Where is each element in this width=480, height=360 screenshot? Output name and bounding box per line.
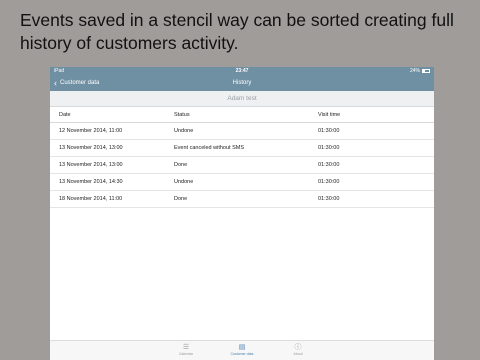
tab-bar: ☰ Calendar ▤ Customer data ⓘ About [50, 340, 434, 360]
row-status: Done [174, 156, 318, 174]
battery-indicator: 24% [410, 67, 430, 75]
row-date: 13 November 2014, 14:30 [50, 173, 174, 191]
info-icon: ⓘ [294, 344, 302, 351]
status-bar: iPad 23:47 24% [50, 67, 434, 75]
row-date: 13 November 2014, 13:00 [50, 139, 174, 157]
promo-caption: Events saved in a stencil way can be sor… [20, 10, 454, 53]
column-header-status: Status [174, 107, 318, 123]
row-status: Undone [174, 173, 318, 191]
navigation-bar: ‹ Customer data History [50, 75, 434, 91]
row-visit-time: 01:30:00 [318, 122, 434, 140]
customer-name-header: Adam test [50, 91, 434, 107]
ipad-screen: iPad 23:47 24% ‹ Customer data History A… [50, 67, 434, 360]
table-header-row: Date Status Visit time [50, 107, 434, 123]
row-date: 12 November 2014, 11:00 [50, 122, 174, 140]
tab-calendar[interactable]: ☰ Calendar [169, 341, 203, 360]
tab-about-label: About [293, 352, 303, 356]
page-title: History [232, 80, 252, 86]
row-status: Event canceled without SMS [174, 139, 318, 157]
table-row[interactable]: 18 November 2014, 11:00 Done 01:30:00 [50, 190, 434, 208]
table-row[interactable]: 13 November 2014, 14:30 Undone 01:30:00 [50, 173, 434, 191]
tab-calendar-label: Calendar [178, 352, 194, 356]
history-table: Date Status Visit time 12 November 2014,… [50, 107, 434, 208]
table-row[interactable]: 13 November 2014, 13:00 Event canceled w… [50, 139, 434, 157]
row-visit-time: 01:30:00 [318, 156, 434, 174]
row-visit-time: 01:30:00 [318, 173, 434, 191]
column-header-date: Date [50, 107, 174, 123]
list-icon: ☰ [182, 344, 190, 351]
tab-about[interactable]: ⓘ About [281, 341, 315, 360]
tab-customer-data[interactable]: ▤ Customer data [225, 341, 259, 360]
row-visit-time: 01:30:00 [318, 139, 434, 157]
row-status: Done [174, 190, 318, 208]
status-time: 23:47 [235, 68, 249, 74]
row-date: 18 November 2014, 11:00 [50, 190, 174, 208]
row-visit-time: 01:30:00 [318, 190, 434, 208]
table-row[interactable]: 12 November 2014, 11:00 Undone 01:30:00 [50, 122, 434, 140]
row-date: 13 November 2014, 13:00 [50, 156, 174, 174]
tab-customer-data-label: Customer data [230, 352, 254, 356]
battery-percent: 24% [409, 68, 420, 74]
column-header-visit-time: Visit time [318, 107, 434, 123]
table-row[interactable]: 13 November 2014, 13:00 Done 01:30:00 [50, 156, 434, 174]
folder-icon: ▤ [238, 344, 246, 351]
battery-icon [422, 69, 430, 73]
row-status: Undone [174, 122, 318, 140]
